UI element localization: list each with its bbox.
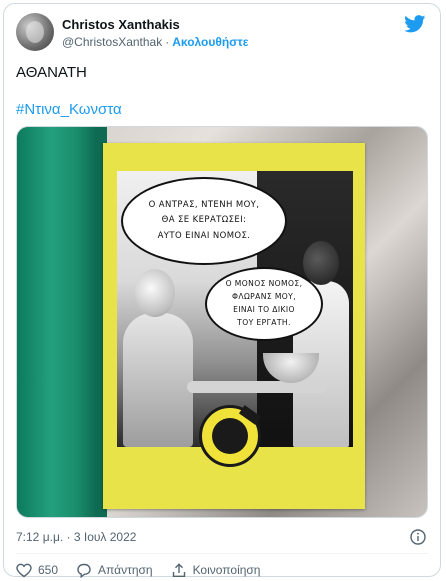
sticker-inner xyxy=(212,418,248,454)
figure-right-head xyxy=(303,241,339,285)
share-label: Κοινοποίηση xyxy=(192,563,261,577)
sticker-logo xyxy=(199,405,262,467)
reply-label: Απάντηση xyxy=(98,563,153,577)
speech-bubble-1: Ο ΑΝΤΡΑΣ, ΝΤΕΝΗ ΜΟΥ, ΘΑ ΣΕ ΚΕΡΑΤΩΣΕΙ: ΑΥ… xyxy=(121,177,287,265)
like-button[interactable]: 650 xyxy=(16,563,58,578)
figure-left-head xyxy=(135,269,175,317)
reply-icon xyxy=(77,563,91,578)
bubble-2-line: Ο ΜΟΝΟΣ ΝΟΜΟΣ, xyxy=(225,279,303,289)
bubble-1-line: ΘΑ ΣΕ ΚΕΡΑΤΩΣΕΙ: xyxy=(161,215,247,226)
tweet-media[interactable]: Ο ΑΝΤΡΑΣ, ΝΤΕΝΗ ΜΟΥ, ΘΑ ΣΕ ΚΕΡΑΤΩΣΕΙ: ΑΥ… xyxy=(16,126,428,518)
author-name[interactable]: Christos Xanthakis xyxy=(62,17,180,32)
avatar[interactable] xyxy=(16,13,54,51)
reply-button[interactable]: Απάντηση xyxy=(76,563,153,578)
info-icon[interactable] xyxy=(410,529,426,545)
divider xyxy=(16,553,428,554)
tweet-text: ΑΘΑΝΑΤΗ xyxy=(16,64,87,81)
green-post xyxy=(17,127,103,517)
speech-bubble-2: Ο ΜΟΝΟΣ ΝΟΜΟΣ, ΦΛΩΡΑΝΣ ΜΟΥ, ΕΙΝΑΙ ΤΟ ΔΙΚ… xyxy=(205,267,323,341)
follow-button[interactable]: Ακολουθήστε xyxy=(172,35,248,49)
separator-dot: · xyxy=(165,35,170,49)
table xyxy=(187,381,327,393)
tweet-header: Christos Xanthakis @ChristosXanthak · Ακολ… xyxy=(16,13,428,53)
hashtag-link[interactable]: #Ντινα_Κωνστα xyxy=(16,101,122,118)
bubble-1-line: Ο ΑΝΤΡΑΣ, ΝΤΕΝΗ ΜΟΥ, xyxy=(148,200,260,211)
tweet-card: Christos Xanthakis @ChristosXanthak · Ακολ… xyxy=(3,3,441,579)
bubble-2-line: ΦΛΩΡΑΝΣ ΜΟΥ, xyxy=(231,292,297,302)
author-handle[interactable]: @ChristosXanthak xyxy=(62,35,162,49)
handle-row: @ChristosXanthak · Ακολουθήστε xyxy=(62,35,248,49)
bubble-1-line: ΑΥΤΟ ΕΙΝΑΙ ΝΟΜΟΣ. xyxy=(157,230,251,241)
like-count: 650 xyxy=(38,563,59,577)
share-button[interactable]: Κοινοποίηση xyxy=(171,562,261,578)
twitter-bird-icon[interactable] xyxy=(404,15,426,33)
share-icon xyxy=(172,562,185,577)
action-bar: 650 Απάντηση Κοινοποίηση xyxy=(16,561,278,579)
tweet-timestamp[interactable]: 7:12 μ.μ. · 3 Ιουλ 2022 xyxy=(16,530,136,544)
heart-icon xyxy=(16,563,32,577)
bubble-2-line: ΕΙΝΑΙ ΤΟ ΔΙΚΙΟ xyxy=(233,305,295,314)
figure-left xyxy=(123,313,193,447)
poster: Ο ΑΝΤΡΑΣ, ΝΤΕΝΗ ΜΟΥ, ΘΑ ΣΕ ΚΕΡΑΤΩΣΕΙ: ΑΥ… xyxy=(103,143,365,509)
bubble-2-line: ΤΟΥ ΕΡΓΑΤΗ. xyxy=(237,317,291,327)
